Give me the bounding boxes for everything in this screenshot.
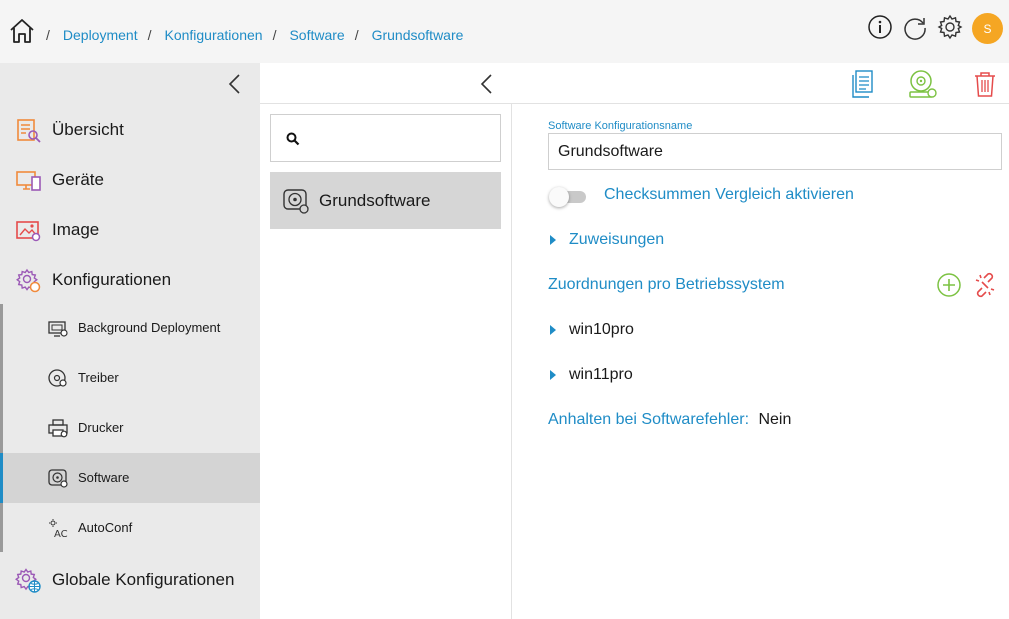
add-icon[interactable] bbox=[936, 272, 962, 298]
breadcrumb-software[interactable]: Software bbox=[289, 27, 344, 43]
sidebar-subitem-label: Software bbox=[78, 470, 130, 485]
sidebar-subitem-label: Background Deployment bbox=[78, 320, 221, 335]
halt-on-error-label: Anhalten bei Softwarefehler: bbox=[548, 411, 750, 428]
user-avatar[interactable]: S bbox=[972, 13, 1003, 44]
top-header: / Deployment / Konfigurationen / Softwar… bbox=[0, 0, 1009, 63]
os-item-label: win10pro bbox=[569, 321, 634, 338]
config-name-field[interactable] bbox=[548, 133, 1002, 170]
sidebar: Übersicht Geräte Image Konfigurationen B… bbox=[0, 63, 260, 619]
install-software-icon[interactable] bbox=[907, 68, 939, 100]
sidebar-item-konfigurationen[interactable]: Konfigurationen bbox=[0, 255, 260, 305]
caret-right-icon bbox=[550, 235, 556, 245]
breadcrumb-separator: / bbox=[46, 27, 50, 43]
info-icon[interactable] bbox=[867, 14, 893, 40]
breadcrumb-deployment[interactable]: Deployment bbox=[63, 27, 138, 43]
sidebar-item-uebersicht[interactable]: Übersicht bbox=[0, 105, 260, 155]
checksum-toggle-label[interactable]: Checksummen Vergleich aktivieren bbox=[604, 186, 854, 204]
sidebar-item-image[interactable]: Image bbox=[0, 205, 260, 255]
list-item[interactable]: Grundsoftware bbox=[270, 172, 501, 229]
overview-icon bbox=[17, 119, 41, 143]
software-icon bbox=[48, 469, 68, 488]
os-mapping-title: Zuordnungen pro Betriebssystem bbox=[548, 276, 785, 293]
image-icon bbox=[16, 221, 41, 242]
breadcrumb: / Deployment / Konfigurationen / Softwar… bbox=[46, 27, 473, 43]
software-icon bbox=[283, 189, 309, 214]
caret-right-icon bbox=[550, 325, 556, 335]
printer-icon bbox=[48, 419, 68, 438]
sidebar-subitem-drucker[interactable]: Drucker bbox=[0, 403, 260, 453]
sidebar-subitem-software[interactable]: Software bbox=[0, 453, 260, 503]
sidebar-subitem-label: AutoConf bbox=[78, 520, 133, 535]
svg-text:AC: AC bbox=[54, 529, 68, 539]
search-input[interactable] bbox=[270, 114, 501, 162]
breadcrumb-grundsoftware[interactable]: Grundsoftware bbox=[372, 27, 464, 43]
sidebar-subitem-label: Drucker bbox=[78, 420, 124, 435]
devices-icon bbox=[16, 171, 41, 191]
os-item-win11pro[interactable]: win11pro bbox=[550, 366, 633, 384]
copy-document-icon[interactable] bbox=[847, 68, 879, 100]
trash-icon[interactable] bbox=[969, 68, 1001, 100]
config-list-panel: Grundsoftware bbox=[260, 104, 512, 619]
os-item-label: win11pro bbox=[569, 366, 633, 383]
sidebar-item-label: Übersicht bbox=[52, 120, 124, 139]
sidebar-item-label: Geräte bbox=[52, 170, 104, 189]
active-indicator bbox=[0, 453, 3, 503]
breadcrumb-separator: / bbox=[147, 27, 152, 43]
list-item-label: Grundsoftware bbox=[319, 191, 431, 210]
sidebar-item-label: Image bbox=[52, 220, 100, 239]
sidebar-item-label: Globale Konfigurationen bbox=[52, 570, 235, 589]
halt-on-error-row: Anhalten bei Softwarefehler: Nein bbox=[548, 411, 791, 429]
toggle-knob bbox=[549, 187, 569, 207]
sidebar-subitem-label: Treiber bbox=[78, 370, 119, 385]
refresh-icon[interactable] bbox=[902, 14, 928, 40]
sidebar-subitem-background-deployment[interactable]: Background Deployment bbox=[0, 303, 260, 353]
checksum-toggle[interactable] bbox=[549, 187, 586, 207]
background-deployment-icon bbox=[48, 321, 68, 337]
halt-on-error-value: Nein bbox=[758, 411, 792, 428]
sidebar-item-label: Konfigurationen bbox=[52, 270, 172, 289]
config-name-label: Software Konfigurationsname bbox=[548, 120, 693, 132]
detail-panel: Software Konfigurationsname Checksummen … bbox=[512, 104, 1009, 619]
global-config-icon bbox=[15, 568, 41, 593]
caret-right-icon bbox=[550, 370, 556, 380]
sidebar-subitem-autoconf[interactable]: AC AutoConf bbox=[0, 503, 260, 553]
driver-icon bbox=[48, 369, 67, 387]
sidebar-item-globale-konfigurationen[interactable]: Globale Konfigurationen bbox=[0, 555, 260, 605]
content-toolbar bbox=[260, 63, 1009, 104]
assignments-label: Zuweisungen bbox=[569, 231, 665, 248]
unlink-icon[interactable] bbox=[972, 272, 998, 298]
sidebar-subitem-treiber[interactable]: Treiber bbox=[0, 353, 260, 403]
autoconf-icon: AC bbox=[49, 519, 68, 539]
configurations-icon bbox=[16, 268, 41, 293]
breadcrumb-konfigurationen[interactable]: Konfigurationen bbox=[164, 27, 262, 43]
breadcrumb-separator: / bbox=[272, 27, 277, 43]
chevron-left-icon[interactable] bbox=[226, 73, 244, 95]
home-icon[interactable] bbox=[8, 17, 36, 45]
breadcrumb-separator: / bbox=[354, 27, 359, 43]
assignments-expander[interactable]: Zuweisungen bbox=[550, 231, 664, 249]
search-icon bbox=[286, 132, 300, 146]
chevron-left-icon[interactable] bbox=[478, 73, 496, 95]
sidebar-item-geraete[interactable]: Geräte bbox=[0, 155, 260, 205]
os-item-win10pro[interactable]: win10pro bbox=[550, 321, 634, 339]
gear-icon[interactable] bbox=[937, 14, 963, 40]
